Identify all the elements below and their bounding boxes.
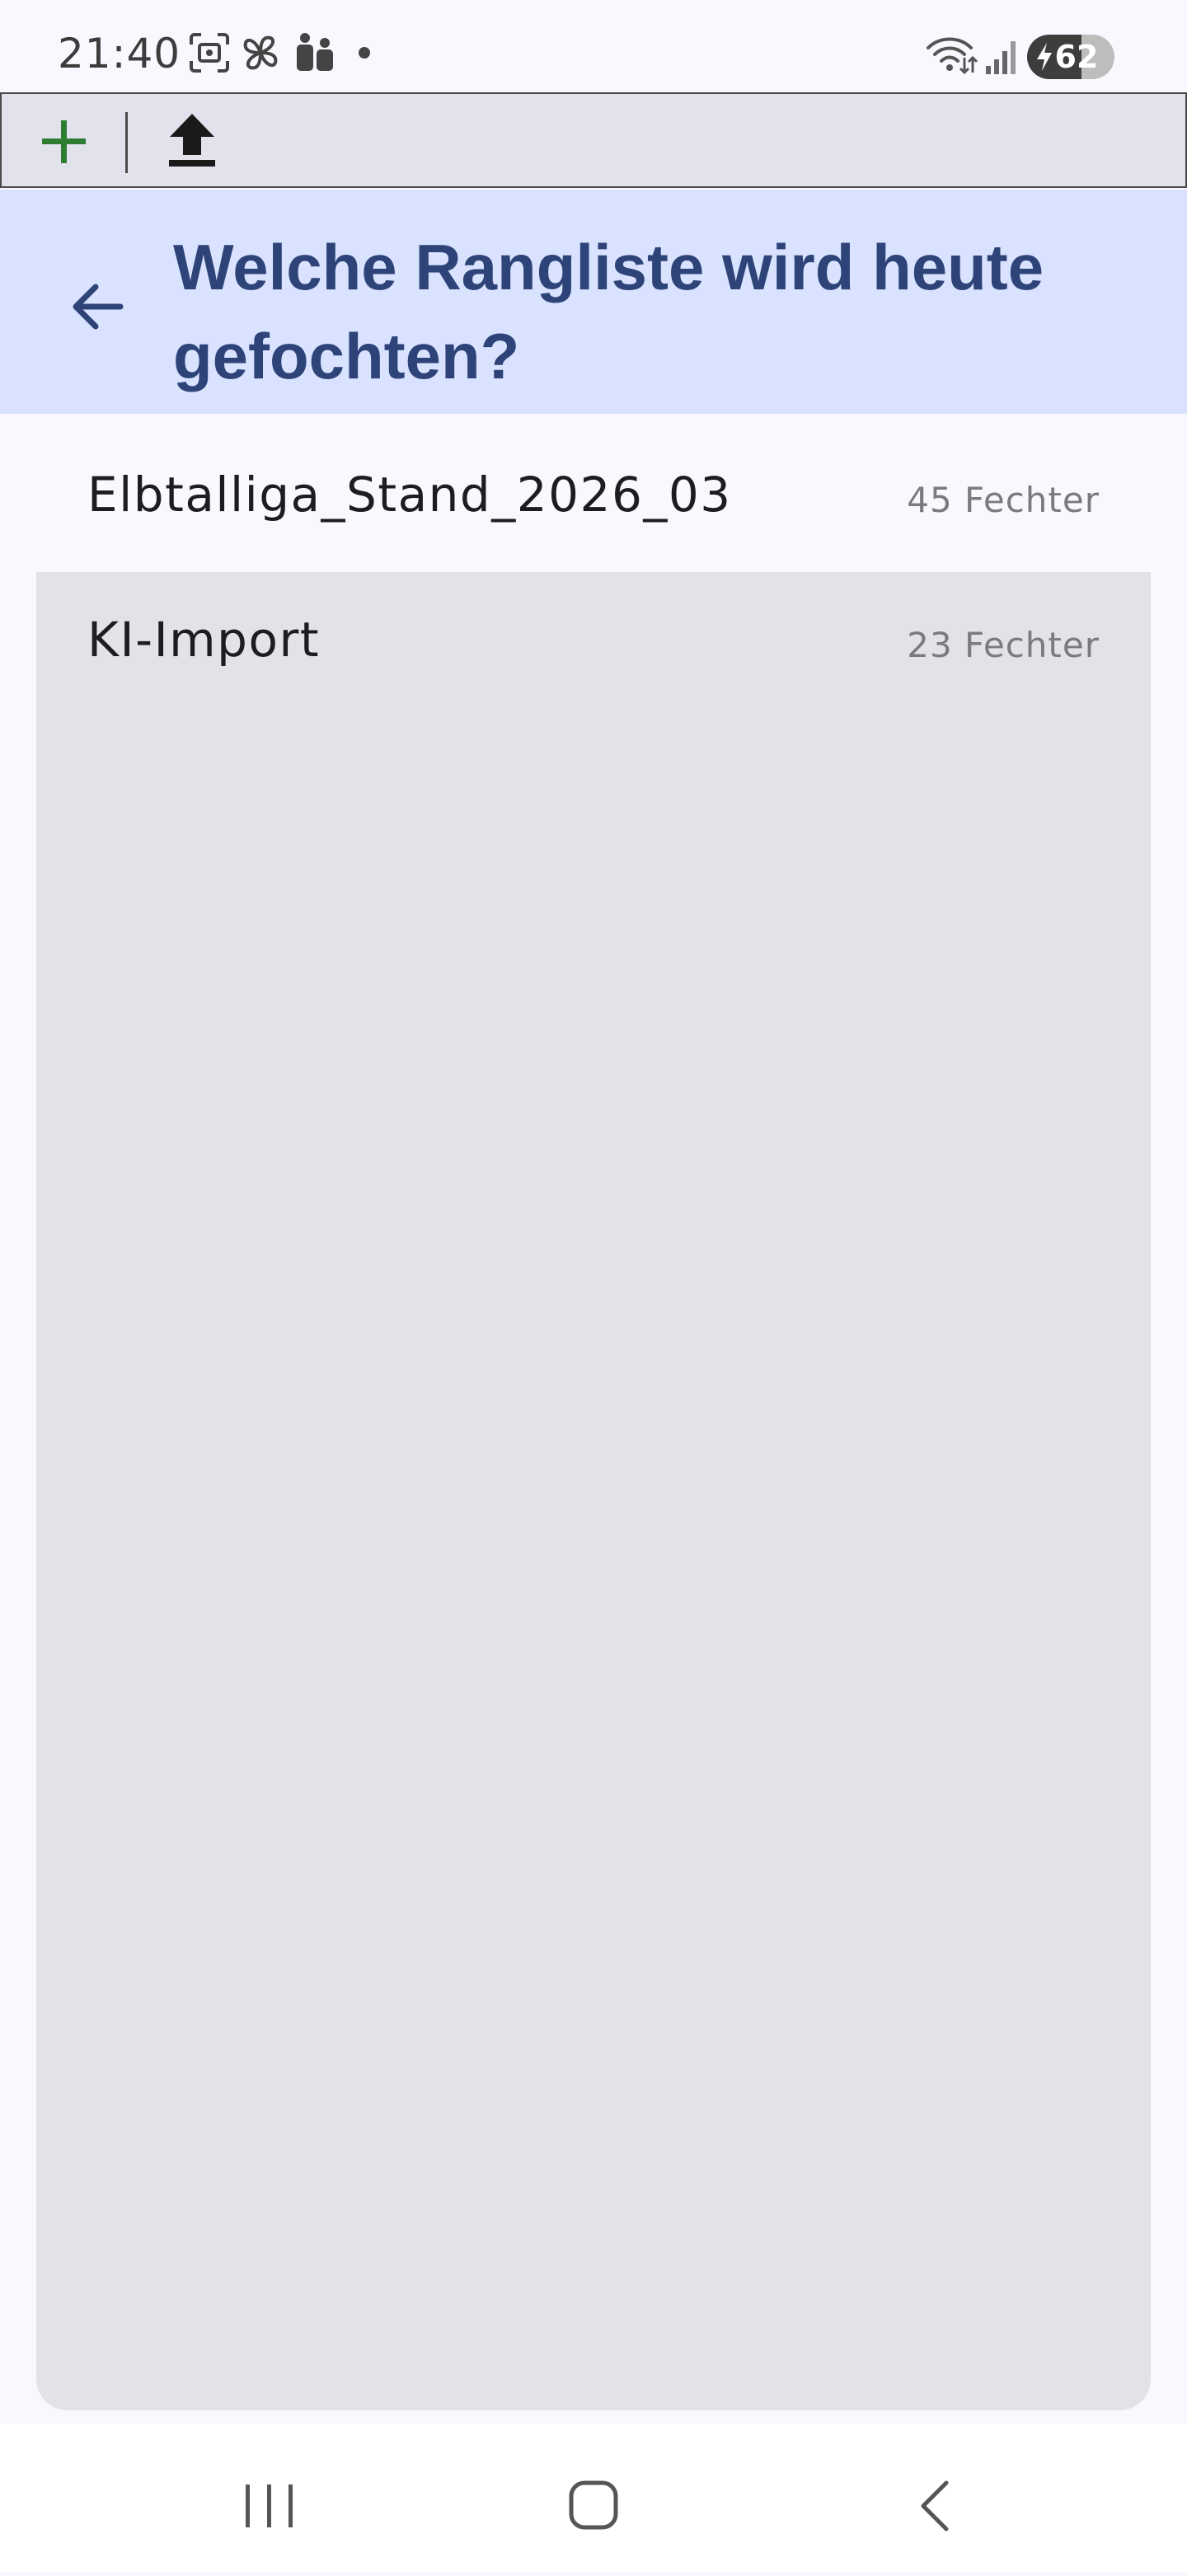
recent-apps-button[interactable] (186, 2424, 351, 2572)
toolbar-divider (125, 112, 128, 173)
battery-icon: 62 (1027, 35, 1114, 79)
wifi-icon (927, 37, 978, 75)
add-button[interactable] (26, 106, 101, 176)
screenshot-icon (190, 33, 229, 73)
list-item[interactable]: Elbtalliga_Stand_2026_03 45 Fechter (36, 425, 1151, 572)
selected-item-panel (36, 572, 1151, 2410)
app-bar: Welche Rangliste wird heute gefochten? (0, 190, 1187, 414)
upload-button[interactable] (155, 106, 229, 176)
people-icon (297, 33, 333, 71)
ranking-name: Elbtalliga_Stand_2026_03 (87, 467, 732, 523)
plus-icon (42, 120, 86, 163)
back-icon (921, 2480, 949, 2531)
top-toolbar (0, 92, 1187, 188)
arrow-left-icon (73, 284, 124, 330)
fencer-count: 23 Fechter (907, 625, 1100, 665)
dot-icon (359, 47, 370, 59)
page-title: Welche Rangliste wird heute gefochten? (173, 231, 1044, 392)
system-navigation-bar (0, 2424, 1187, 2572)
status-bar: 21:40 62 (0, 0, 1187, 92)
list-item-selected[interactable]: KI-Import 23 Fechter (36, 572, 1151, 719)
ranking-list: Elbtalliga_Stand_2026_03 45 Fechter KI-I… (36, 425, 1151, 719)
fencer-count: 45 Fechter (907, 480, 1100, 520)
pinwheel-icon (243, 35, 278, 70)
back-button[interactable] (59, 267, 138, 346)
recent-apps-icon (246, 2485, 293, 2527)
upload-icon (169, 114, 215, 167)
battery-level: 62 (1054, 39, 1099, 75)
signal-icon (986, 41, 1016, 74)
ranking-name: KI-Import (87, 612, 321, 668)
system-back-button[interactable] (849, 2424, 1014, 2572)
status-time: 21:40 (58, 30, 181, 77)
home-button[interactable] (511, 2424, 676, 2572)
home-icon (569, 2480, 618, 2530)
